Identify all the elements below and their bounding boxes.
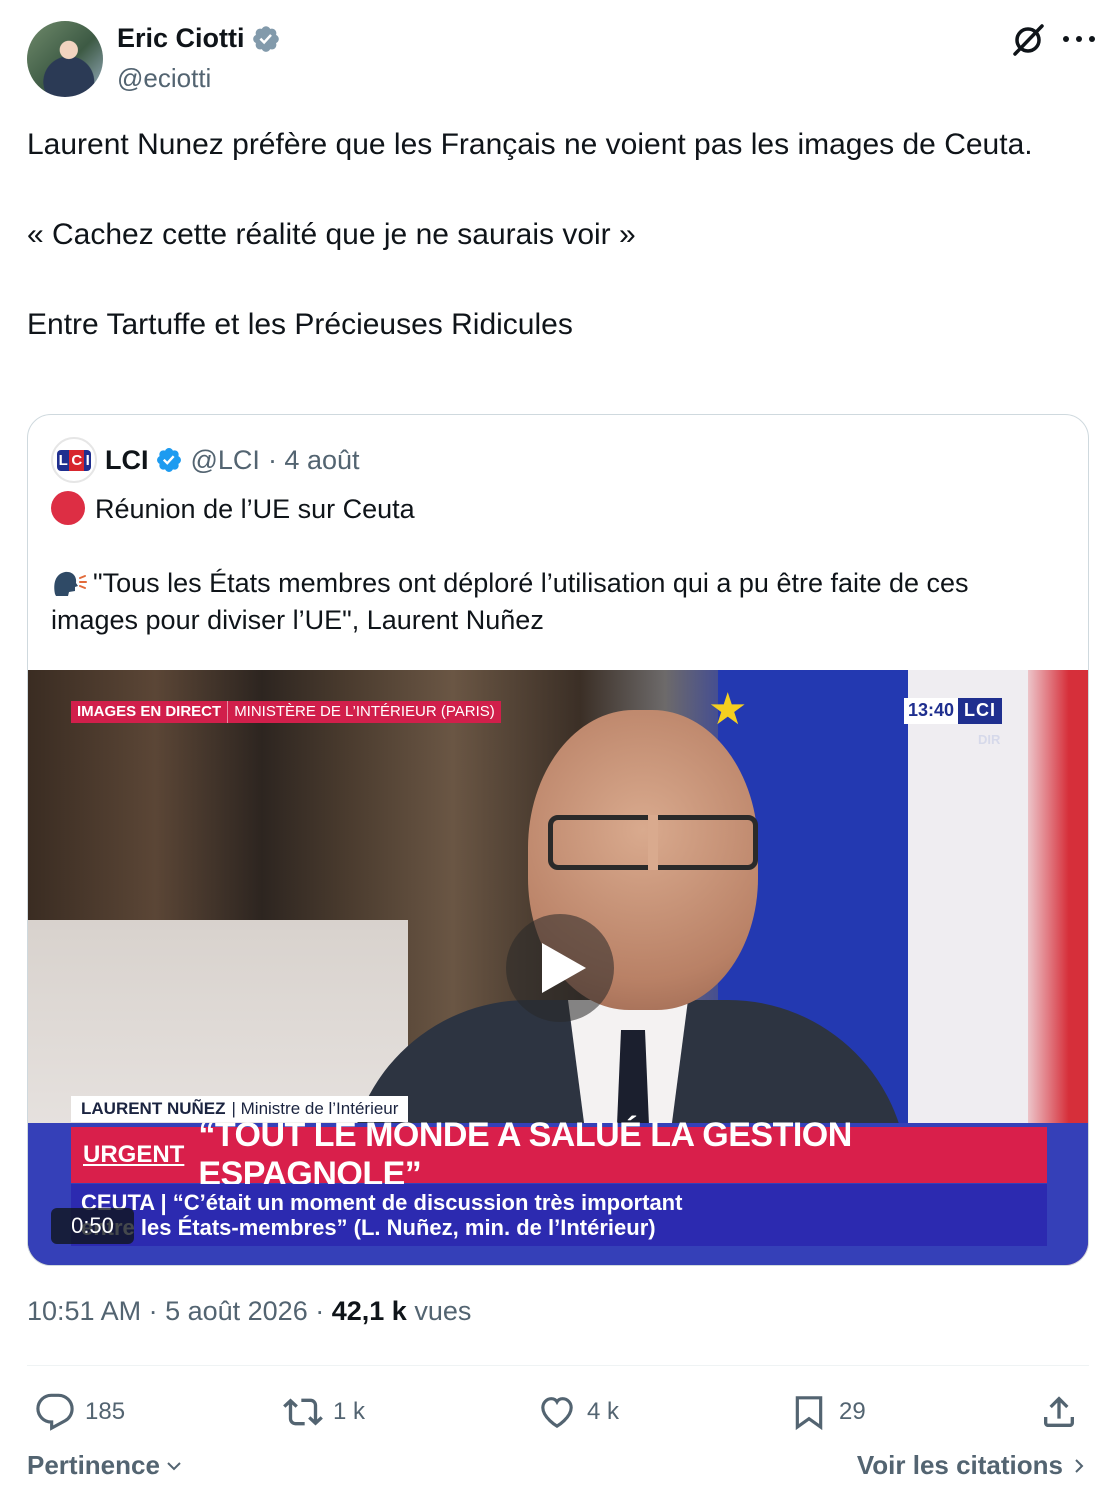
subtitle-line-2: entre les États-membres” (L. Nuñez, min.…: [81, 1215, 656, 1240]
share-button[interactable]: [1039, 1385, 1079, 1439]
play-icon: [542, 943, 586, 993]
quoted-handle[interactable]: @LCI: [191, 445, 260, 476]
video-player[interactable]: ★ IMAGES EN DIRECT MINISTÈRE DE L’INTÉRI…: [28, 670, 1088, 1265]
urgent-headline: “TOUT LE MONDE A SALUÉ LA GESTION ESPAGN…: [198, 1116, 852, 1193]
author-avatar[interactable]: [27, 21, 103, 97]
subtitle-banner: CEUTA | “C’était un moment de discussion…: [71, 1184, 1047, 1246]
speaking-head-icon: [54, 571, 87, 596]
flag-star-icon: ★: [708, 685, 748, 734]
like-count: 4 k: [587, 1398, 620, 1425]
quoted-tweet[interactable]: LCI LCI @LCI · 4 août Réunion de l’UE su…: [27, 414, 1089, 1266]
share-icon: [1044, 1396, 1074, 1427]
like-icon: [541, 1397, 573, 1429]
quoted-line-2: "Tous les États membres ont déploré l’ut…: [51, 568, 969, 635]
lci-logo: LCI: [56, 449, 92, 471]
divider: [27, 1365, 1089, 1366]
like-button[interactable]: 4 k: [537, 1385, 619, 1439]
bookmark-icon: [795, 1396, 823, 1431]
author-name-row: Eric Ciotti: [117, 23, 281, 54]
reply-icon: [36, 1393, 74, 1431]
quoted-tweet-text: Réunion de l’UE sur Ceuta "Tous les État…: [51, 491, 1061, 639]
grok-icon[interactable]: [1011, 23, 1045, 57]
tweet-timestamp[interactable]: 10:51 AM · 5 août 2026 · 42,1 k vues: [27, 1296, 471, 1327]
repost-count: 1 k: [333, 1398, 366, 1425]
clock-time: 13:40: [904, 698, 959, 724]
chevron-right-icon: [1075, 1458, 1084, 1473]
quoted-date[interactable]: · 4 août: [268, 445, 360, 476]
quoted-display-name[interactable]: LCI: [105, 445, 149, 476]
sort-dropdown[interactable]: Pertinence: [27, 1450, 184, 1481]
action-bar: 185 1 k 4 k 29: [27, 1385, 1089, 1439]
tweet-header: Eric Ciotti @eciotti: [27, 21, 1095, 97]
sort-label[interactable]: Pertinence: [27, 1450, 160, 1481]
urgent-label: URGENT: [83, 1141, 185, 1168]
author-handle[interactable]: @eciotti: [117, 63, 211, 94]
repost-button[interactable]: 1 k: [283, 1385, 365, 1439]
bookmark-button[interactable]: 29: [789, 1385, 866, 1439]
verified-badge-icon: [252, 25, 279, 52]
live-banner: IMAGES EN DIRECT MINISTÈRE DE L’INTÉRIEU…: [71, 701, 501, 723]
play-button[interactable]: [506, 914, 614, 1022]
live-banner-left: IMAGES EN DIRECT: [71, 701, 228, 723]
french-flag: [908, 670, 1028, 1140]
reply-count: 185: [85, 1398, 126, 1425]
quoted-line-1: Réunion de l’UE sur Ceuta: [95, 494, 415, 524]
chevron-down-icon: [167, 1461, 181, 1470]
verified-badge-icon: [156, 448, 181, 472]
citations-label[interactable]: Voir les citations: [857, 1450, 1063, 1481]
red-circle-icon: [51, 491, 85, 525]
reply-button[interactable]: 185: [35, 1385, 125, 1439]
channel-sub-label: DIR: [978, 732, 1001, 747]
speaker-glasses: [548, 815, 758, 870]
tweet-line-1: Laurent Nunez préfère que les Français n…: [27, 128, 1033, 161]
repost-icon: [283, 1398, 323, 1426]
live-banner-right: MINISTÈRE DE L’INTÉRIEUR (PARIS): [227, 701, 501, 723]
subtitle-line-1: CEUTA | “C’était un moment de discussion…: [81, 1190, 683, 1215]
views-label: vues: [414, 1296, 472, 1326]
tweet-text: Laurent Nunez préfère que les Français n…: [27, 122, 1077, 347]
tweet-line-2: « Cachez cette réalité que je ne saurais…: [27, 218, 636, 251]
lci-avatar[interactable]: LCI: [51, 437, 97, 483]
reply-controls: Pertinence Voir les citations: [27, 1450, 1089, 1490]
channel-clock: 13:40 LCI: [904, 698, 1003, 724]
video-duration: 0:50: [51, 1208, 134, 1244]
views-count: 42,1 k: [331, 1296, 407, 1326]
view-quotes-link[interactable]: Voir les citations: [857, 1450, 1089, 1481]
more-icon[interactable]: [1063, 29, 1095, 49]
author-display-name[interactable]: Eric Ciotti: [117, 23, 245, 54]
urgent-banner: URGENT “TOUT LE MONDE A SALUÉ LA GESTION…: [71, 1116, 1047, 1193]
time-date[interactable]: 10:51 AM · 5 août 2026 ·: [27, 1296, 324, 1326]
tweet-line-3: Entre Tartuffe et les Précieuses Ridicul…: [27, 308, 573, 341]
channel-logo: LCI: [958, 698, 1003, 724]
bookmark-count: 29: [839, 1398, 866, 1425]
quoted-tweet-header: LCI LCI @LCI · 4 août: [51, 437, 360, 483]
